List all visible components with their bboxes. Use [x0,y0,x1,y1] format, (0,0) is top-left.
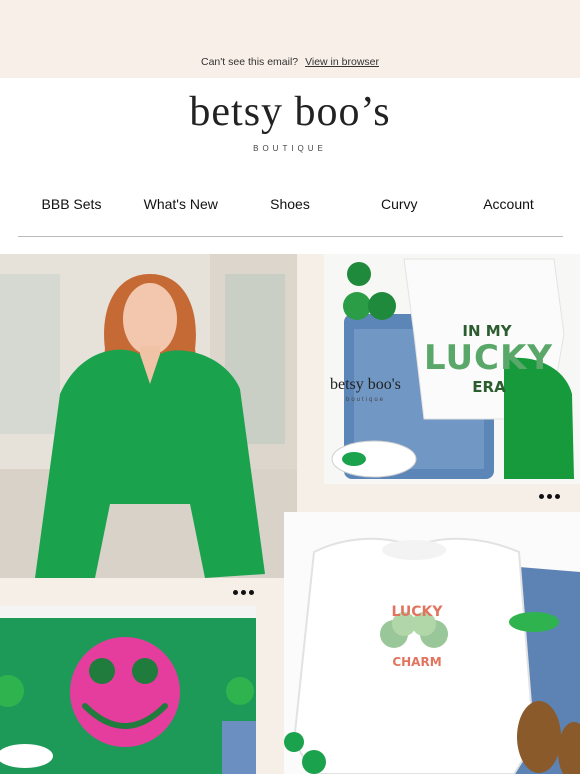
brand-subtitle: BOUTIQUE [253,144,327,153]
more-options-icon[interactable] [539,494,560,499]
nav-whats-new[interactable]: What's New [126,196,235,216]
brand-logo[interactable]: betsy boo’s [0,88,580,136]
nav-bbb-sets[interactable]: BBB Sets [17,196,126,216]
nav-account[interactable]: Account [454,196,563,216]
nav-divider [18,236,563,237]
smiley-tee-illustration [0,606,256,774]
product-image-smiley-tee[interactable] [0,606,256,774]
lucky-tee-line-2: LUCKY [424,338,553,378]
green-sweater-illustration [0,254,297,578]
nav-curvy[interactable]: Curvy [345,196,454,216]
sweatshirt-line-2: CHARM [392,655,442,669]
nav-shoes[interactable]: Shoes [236,196,345,216]
product-image-green-sweater[interactable] [0,254,297,578]
product-image-lucky-charm-sweatshirt[interactable]: LUCKY CHARM [284,512,580,774]
view-in-browser-bar: Can't see this email? View in browser [0,56,580,68]
watermark-sub: boutique [346,397,386,403]
watermark-logo: betsy boo's [330,376,401,393]
notice-text: Can't see this email? [201,56,299,68]
lucky-charm-flatlay [284,512,580,774]
main-nav: BBB Sets What's New Shoes Curvy Account [17,196,563,216]
lucky-tee-line-3: ERA [472,378,506,396]
more-options-icon-2[interactable] [233,590,254,595]
sweatshirt-line-1: LUCKY [391,604,443,620]
view-in-browser-link[interactable]: View in browser [305,56,379,68]
product-image-lucky-era-tee[interactable]: IN MY LUCKY ERA betsy boo's boutique [324,254,580,484]
